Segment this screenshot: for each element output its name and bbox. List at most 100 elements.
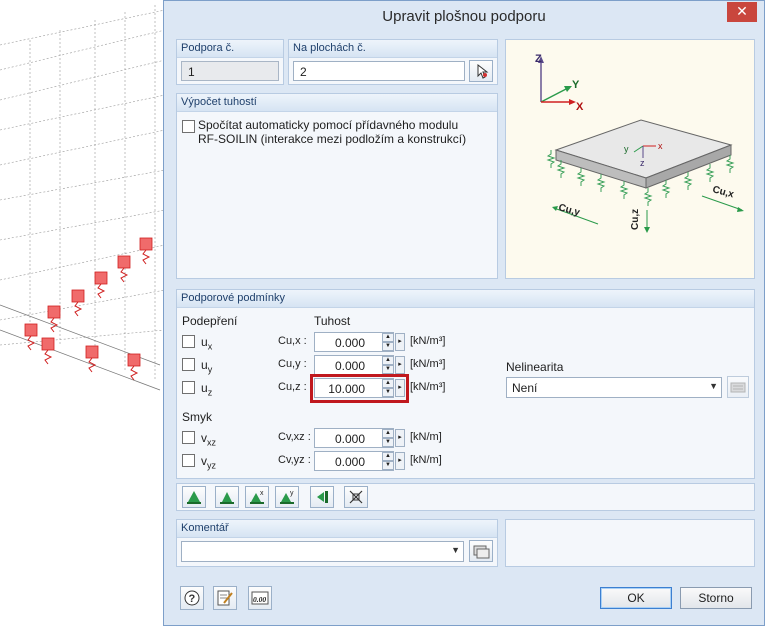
cux-unit: [kN/m³] <box>410 335 446 347</box>
chevron-down-icon: ▼ <box>709 381 718 391</box>
cvyz-coef-label: Cv,yz : <box>278 454 311 466</box>
dialog-title: Upravit plošnou podporu <box>382 8 546 25</box>
cux-spinner[interactable]: ▲ ▼ <box>382 333 394 351</box>
on-surfaces-label: Na plochách č. <box>293 42 366 54</box>
comment-library-button[interactable] <box>469 540 493 562</box>
model-background <box>0 5 166 391</box>
local-z-label: z <box>640 158 645 168</box>
cuy-menu-button[interactable]: ▸ <box>395 356 405 374</box>
cux-label: Cu,x <box>711 184 735 200</box>
title-bar: Upravit plošnou podporu ✕ <box>164 1 764 33</box>
free-support-button[interactable] <box>344 486 368 508</box>
cuz-label: Cu,z <box>630 209 641 230</box>
vyz-label: vyz <box>201 454 216 471</box>
support-number-field: 1 <box>181 61 279 81</box>
cuy-label: Cu,y <box>557 202 581 218</box>
svg-text:0.00: 0.00 <box>253 595 266 604</box>
help-icon: ? <box>184 590 200 606</box>
ux-label: ux <box>201 335 213 352</box>
cux-menu-button[interactable]: ▸ <box>395 333 405 351</box>
cvxz-spinner[interactable]: ▲ ▼ <box>382 429 394 447</box>
cvxz-unit: [kN/m] <box>410 431 442 443</box>
on-surfaces-input[interactable]: 2 <box>293 61 465 81</box>
sliding-x-support-icon: x <box>250 490 264 504</box>
sliding-y-support-button[interactable]: y <box>275 486 299 508</box>
svg-text:?: ? <box>189 593 196 605</box>
nonlinearity-select[interactable]: Není ▼ <box>506 377 722 398</box>
sliding-y-support-icon: y <box>280 490 294 504</box>
hinged-support-button[interactable] <box>215 486 239 508</box>
fixed-support-icon <box>187 491 201 504</box>
support-number-label: Podpora č. <box>181 42 235 54</box>
auto-soilin-label-2: RF-SOILIN (interakce mezi podložím a kon… <box>198 132 467 146</box>
edit-settings-icon <box>730 382 746 393</box>
stiffness-column-label: Tuhost <box>314 314 351 328</box>
close-button[interactable]: ✕ <box>727 2 757 22</box>
cuy-unit: [kN/m³] <box>410 358 446 370</box>
axis-x-label: X <box>576 101 584 113</box>
edit-pencil-icon <box>217 590 233 606</box>
cvyz-spinner[interactable]: ▲ ▼ <box>382 452 394 470</box>
support-conditions-group: Podporové podmínky Podepření Tuhost ux C… <box>176 289 755 479</box>
ok-button[interactable]: OK <box>600 587 672 609</box>
axis-z-label: Z <box>535 53 542 65</box>
comment-input[interactable]: ▼ <box>181 541 464 562</box>
local-y-label: y <box>624 144 629 154</box>
uz-checkbox[interactable] <box>182 381 195 394</box>
vyz-checkbox[interactable] <box>182 454 195 467</box>
shear-label: Smyk <box>182 410 212 424</box>
uz-label: uz <box>201 381 213 398</box>
cuy-spinner[interactable]: ▲ ▼ <box>382 356 394 374</box>
uy-checkbox[interactable] <box>182 358 195 371</box>
comment-library-icon <box>473 545 490 559</box>
stiffness-calculation-group: Výpočet tuhostí Spočítat automaticky pom… <box>176 93 498 279</box>
cuz-unit: [kN/m³] <box>410 381 446 393</box>
cancel-button[interactable]: Storno <box>680 587 752 609</box>
pick-cursor-icon <box>477 63 489 79</box>
hinged-support-icon <box>220 492 234 504</box>
edit-notes-button[interactable] <box>213 586 237 610</box>
empty-panel <box>505 519 755 567</box>
ux-checkbox[interactable] <box>182 335 195 348</box>
cvxz-menu-button[interactable]: ▸ <box>395 429 405 447</box>
wall-support-button[interactable] <box>310 486 334 508</box>
decimals-icon: 0.00 <box>251 591 269 605</box>
vxz-checkbox[interactable] <box>182 431 195 444</box>
chevron-down-icon: ▼ <box>451 545 460 555</box>
cvyz-menu-button[interactable]: ▸ <box>395 452 405 470</box>
expand-arrows-icon <box>349 490 363 504</box>
svg-text:y: y <box>290 490 294 497</box>
auto-soilin-checkbox[interactable] <box>182 120 195 133</box>
support-conditions-header: Podporové podmínky <box>181 292 285 304</box>
svg-text:x: x <box>260 490 264 497</box>
cuy-coef-label: Cu,y : <box>278 358 307 370</box>
edit-surface-support-dialog: Upravit plošnou podporu ✕ Podpora č. 1 N… <box>163 0 765 626</box>
fixed-support-button[interactable] <box>182 486 206 508</box>
sliding-x-support-button[interactable]: x <box>245 486 269 508</box>
vxz-label: vxz <box>201 431 216 448</box>
comment-group: Komentář ▼ <box>176 519 498 567</box>
cuz-coef-label: Cu,z : <box>278 381 307 393</box>
support-preview-image: Z Y X x y z Cu,y Cu,x Cu,z <box>505 39 755 279</box>
nonlinearity-edit-button[interactable] <box>727 376 749 398</box>
support-type-toolbar: x y <box>176 483 755 511</box>
nonlinearity-value: Není <box>512 381 538 395</box>
uy-label: uy <box>201 358 213 375</box>
nonlinearity-label: Nelinearita <box>506 360 564 374</box>
pick-surface-button[interactable] <box>469 60 493 82</box>
support-number-group: Podpora č. 1 <box>176 39 284 85</box>
on-surfaces-group: Na plochách č. 2 <box>288 39 498 85</box>
wall-support-icon <box>317 491 328 503</box>
cvyz-unit: [kN/m] <box>410 454 442 466</box>
stiffness-calculation-header: Výpočet tuhostí <box>181 96 257 108</box>
comment-header: Komentář <box>181 522 229 534</box>
cux-coef-label: Cu,x : <box>278 335 307 347</box>
units-decimals-button[interactable]: 0.00 <box>248 586 272 610</box>
cuz-highlight-frame <box>310 374 409 403</box>
support-column-label: Podepření <box>182 314 238 328</box>
local-x-label: x <box>658 141 663 151</box>
surface-support-diagram: Z Y X x y z Cu,y Cu,x Cu,z <box>535 53 744 233</box>
help-button[interactable]: ? <box>180 586 204 610</box>
cvxz-coef-label: Cv,xz : <box>278 431 311 443</box>
auto-soilin-label-1: Spočítat automaticky pomocí přídavného m… <box>198 118 459 132</box>
